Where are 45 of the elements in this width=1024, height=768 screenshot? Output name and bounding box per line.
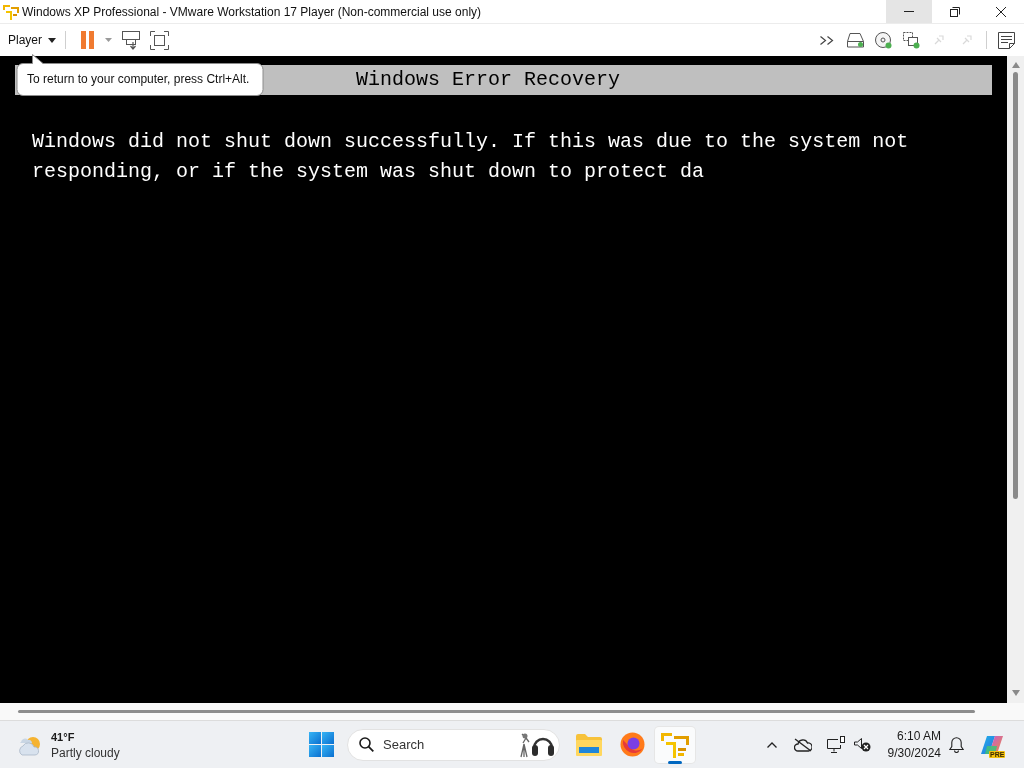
horizontal-scrollbar[interactable] xyxy=(0,703,1024,720)
note-icon xyxy=(997,31,1015,49)
scroll-up-icon[interactable] xyxy=(1011,62,1020,68)
minimize-icon xyxy=(904,11,914,12)
header-title: Windows Error Recovery xyxy=(356,67,621,93)
tooltip: To return to your computer, press Ctrl+Alt. xyxy=(16,54,264,96)
window-title: Windows XP Professional - VMware Workstation 17 Player (Non-commercial use only) xyxy=(22,4,482,19)
scrollbar-thumb[interactable] xyxy=(18,710,975,713)
player-menu-button[interactable]: Player xyxy=(7,28,58,52)
colorful-logo-icon xyxy=(979,733,1005,756)
error-message: Windows did not shut down successfully. If this was due to the system not responding, or if the system was shut down to protect da xyxy=(32,129,910,185)
pause-icon xyxy=(80,31,94,49)
caret-icon xyxy=(48,37,56,43)
close-icon xyxy=(996,6,1006,17)
weather-condition: Partly cloudy xyxy=(51,744,120,761)
scroll-down-icon[interactable] xyxy=(1011,690,1020,696)
app-icon xyxy=(3,3,19,20)
full-screen-icon xyxy=(149,30,169,50)
scrollbar-thumb[interactable] xyxy=(1013,72,1018,499)
browser-icon xyxy=(619,732,645,757)
clock-date[interactable]: 9/30/2024 xyxy=(887,744,941,762)
vm-player-button[interactable] xyxy=(655,726,695,763)
device-icon xyxy=(933,34,945,46)
chevron-up-icon xyxy=(767,741,777,748)
temperature: 41°F xyxy=(51,729,76,745)
search-input[interactable]: Search xyxy=(383,734,503,755)
vertical-scrollbar[interactable] xyxy=(1007,56,1024,703)
screen-arrow-icon xyxy=(122,30,140,50)
start-icon xyxy=(308,732,334,757)
device-icon xyxy=(961,34,973,46)
monitor-icon xyxy=(827,736,845,753)
folder-icon xyxy=(576,733,602,756)
network-icon xyxy=(902,31,920,49)
cloud-off-icon xyxy=(794,737,812,752)
bell-icon xyxy=(948,736,964,753)
active-indicator xyxy=(668,760,682,764)
search-icon xyxy=(359,737,374,752)
double-chevron-icon xyxy=(819,35,835,45)
clock-time[interactable]: 6:10 AM xyxy=(896,727,941,745)
microphone-headphones-icon xyxy=(520,731,554,758)
caret-icon xyxy=(104,38,112,42)
search-field[interactable]: Search xyxy=(347,728,560,761)
restore-icon xyxy=(950,6,960,17)
disc-icon xyxy=(874,31,892,49)
vm-player-icon xyxy=(661,731,689,758)
